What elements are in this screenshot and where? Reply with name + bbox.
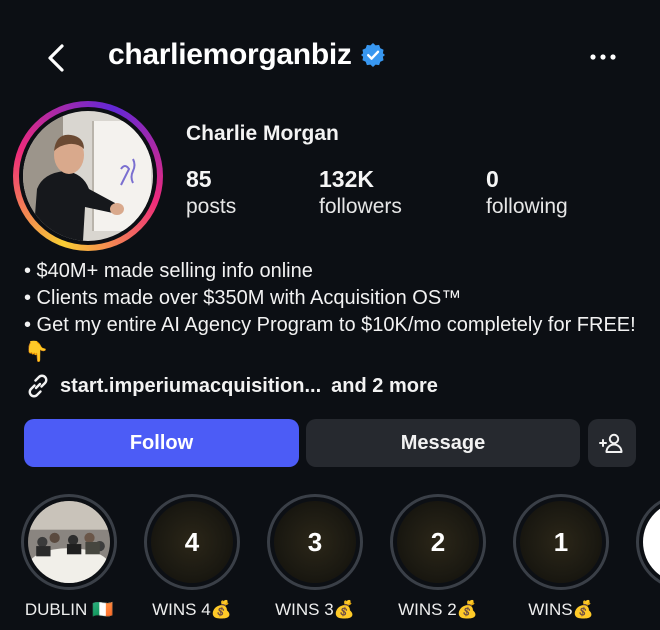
stat-label: followers bbox=[319, 195, 402, 218]
story-highlights: DUBLIN 🇮🇪 4 WINS 4💰 3 WINS 3💰 2 WINS 2💰 … bbox=[0, 494, 660, 630]
bio-line: • Clients made over $350M with Acquisiti… bbox=[24, 287, 462, 309]
highlight-wins-3[interactable]: 3 WINS 3💰 bbox=[255, 494, 375, 620]
follow-button[interactable]: Follow bbox=[24, 419, 299, 467]
highlight-number: 3 bbox=[307, 526, 323, 557]
stat-value: 132K bbox=[319, 166, 374, 192]
highlight-wins-2[interactable]: 2 WINS 2💰 bbox=[378, 494, 498, 620]
stat-label: following bbox=[486, 195, 568, 218]
highlight-label: DUBLIN 🇮🇪 bbox=[24, 600, 114, 619]
highlight-wins-4[interactable]: 4 WINS 4💰 bbox=[132, 494, 252, 620]
highlight-wins[interactable]: 1 WINS💰 bbox=[501, 494, 621, 620]
highlight-ring: 4 bbox=[144, 494, 240, 590]
ellipsis-icon[interactable] bbox=[586, 46, 620, 68]
username: charliemorganbiz bbox=[108, 38, 352, 71]
suggested-accounts-button[interactable] bbox=[588, 419, 636, 467]
highlight-label: WINS 4💰 bbox=[152, 600, 232, 619]
bio-line: • $40M+ made selling info online bbox=[24, 260, 313, 282]
highlight-thumbnail bbox=[28, 501, 110, 583]
username-header: charliemorganbiz bbox=[108, 38, 386, 72]
highlight-ring: 1 bbox=[513, 494, 609, 590]
chevron-left-icon[interactable] bbox=[40, 40, 74, 76]
highlight-thumbnail: 3 bbox=[274, 501, 356, 583]
stat-following[interactable]: 0 following bbox=[486, 166, 568, 221]
stat-followers[interactable]: 132K followers bbox=[319, 166, 402, 221]
link-icon bbox=[28, 374, 48, 398]
highlight-number: 2 bbox=[430, 526, 446, 557]
highlight-thumbnail: 4 bbox=[151, 501, 233, 583]
highlight-label: WINS 3💰 bbox=[275, 600, 355, 619]
highlight-ring: 3 bbox=[267, 494, 363, 590]
display-name: Charlie Morgan bbox=[186, 122, 339, 145]
highlight-partial[interactable]: Re bbox=[624, 494, 660, 620]
highlight-number: 4 bbox=[184, 526, 200, 557]
stat-posts[interactable]: 85 posts bbox=[186, 166, 236, 221]
bio-line: • Get my entire AI Agency Program to $10… bbox=[24, 314, 636, 363]
verified-badge-icon bbox=[360, 43, 385, 67]
highlight-thumbnail: 2 bbox=[397, 501, 479, 583]
bio: • $40M+ made selling info online • Clien… bbox=[24, 258, 644, 366]
highlight-ring bbox=[21, 494, 117, 590]
highlight-label: Re bbox=[624, 600, 660, 620]
profile-page: charliemorganbiz Charlie Morgan 85 posts… bbox=[0, 0, 660, 630]
bio-link[interactable]: start.imperiumacquisition... and 2 more bbox=[24, 372, 438, 400]
link-more[interactable]: and 2 more bbox=[331, 375, 438, 398]
highlight-label: WINS 2💰 bbox=[398, 600, 478, 619]
message-button[interactable]: Message bbox=[306, 419, 580, 467]
highlight-ring bbox=[636, 494, 660, 590]
stat-value: 0 bbox=[486, 166, 499, 192]
highlight-label: WINS💰 bbox=[528, 600, 594, 619]
stat-value: 85 bbox=[186, 166, 212, 192]
highlight-number: 1 bbox=[553, 526, 569, 557]
story-ring[interactable] bbox=[13, 101, 163, 251]
avatar bbox=[23, 111, 153, 241]
stat-label: posts bbox=[186, 195, 237, 218]
link-text[interactable]: start.imperiumacquisition... bbox=[60, 375, 321, 398]
add-user-icon bbox=[599, 433, 623, 453]
highlight-thumbnail bbox=[643, 501, 660, 583]
highlight-thumbnail: 1 bbox=[520, 501, 602, 583]
highlight-dublin[interactable]: DUBLIN 🇮🇪 bbox=[9, 494, 129, 620]
highlight-ring: 2 bbox=[390, 494, 486, 590]
